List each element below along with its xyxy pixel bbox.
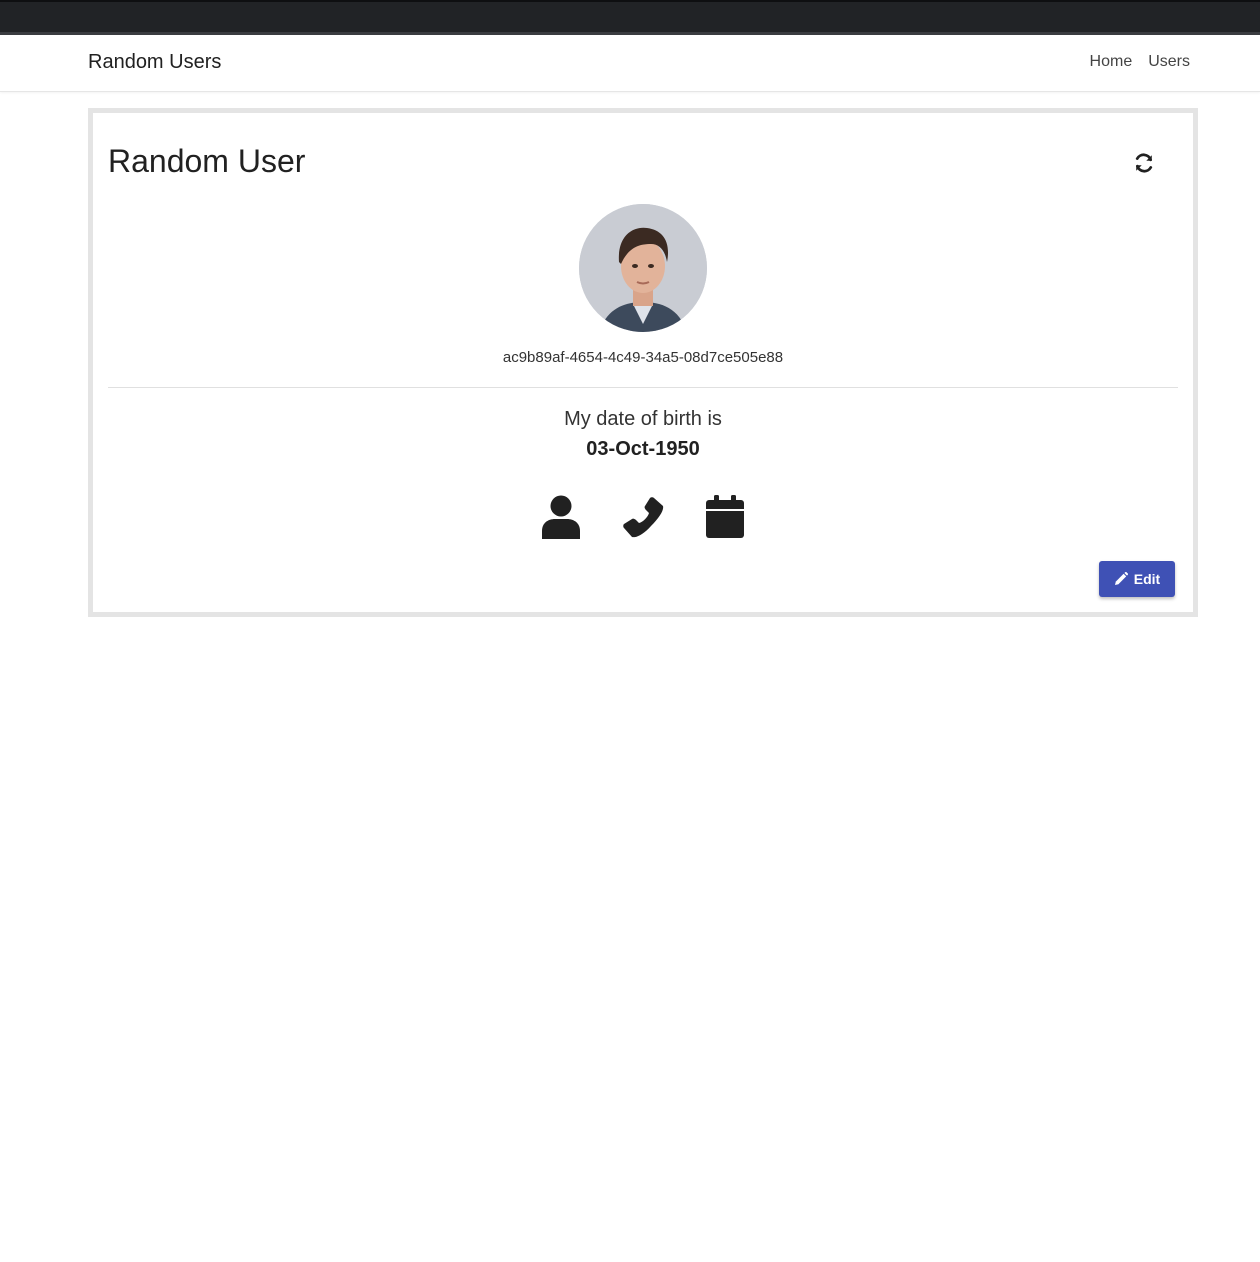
calendar-button[interactable] (703, 495, 747, 539)
nav-link-users[interactable]: Users (1148, 53, 1190, 71)
avatar (579, 204, 707, 332)
info-icon-row (93, 495, 1193, 539)
navbar: Random Users Home Users (0, 35, 1260, 92)
refresh-button[interactable] (1131, 150, 1157, 176)
calendar-icon (706, 495, 744, 538)
person-icon (542, 495, 580, 539)
card-title: Random User (108, 143, 306, 179)
phone-icon (623, 497, 664, 538)
pencil-icon (1114, 572, 1128, 585)
divider (108, 387, 1178, 388)
nav-link-home[interactable]: Home (1090, 53, 1133, 71)
nav-links: Home Users (1090, 53, 1190, 71)
edit-button-label: Edit (1133, 571, 1161, 587)
user-avatar-photo (579, 204, 707, 332)
edit-button[interactable]: Edit (1099, 561, 1175, 597)
user-card: Random User ac9b89af-4654-4c49-34a5-08d7… (88, 108, 1198, 617)
brand-link[interactable]: Random Users (88, 51, 221, 74)
dob-label: My date of birth is (564, 408, 722, 430)
top-strip-line (0, 0, 1260, 2)
person-button[interactable] (539, 495, 583, 539)
user-id: ac9b89af-4654-4c49-34a5-08d7ce505e88 (502, 349, 784, 366)
phone-button[interactable] (621, 495, 665, 539)
browser-top-strip (0, 0, 1260, 35)
refresh-icon (1135, 153, 1153, 173)
dob-value: 03-Oct-1950 (586, 438, 700, 460)
